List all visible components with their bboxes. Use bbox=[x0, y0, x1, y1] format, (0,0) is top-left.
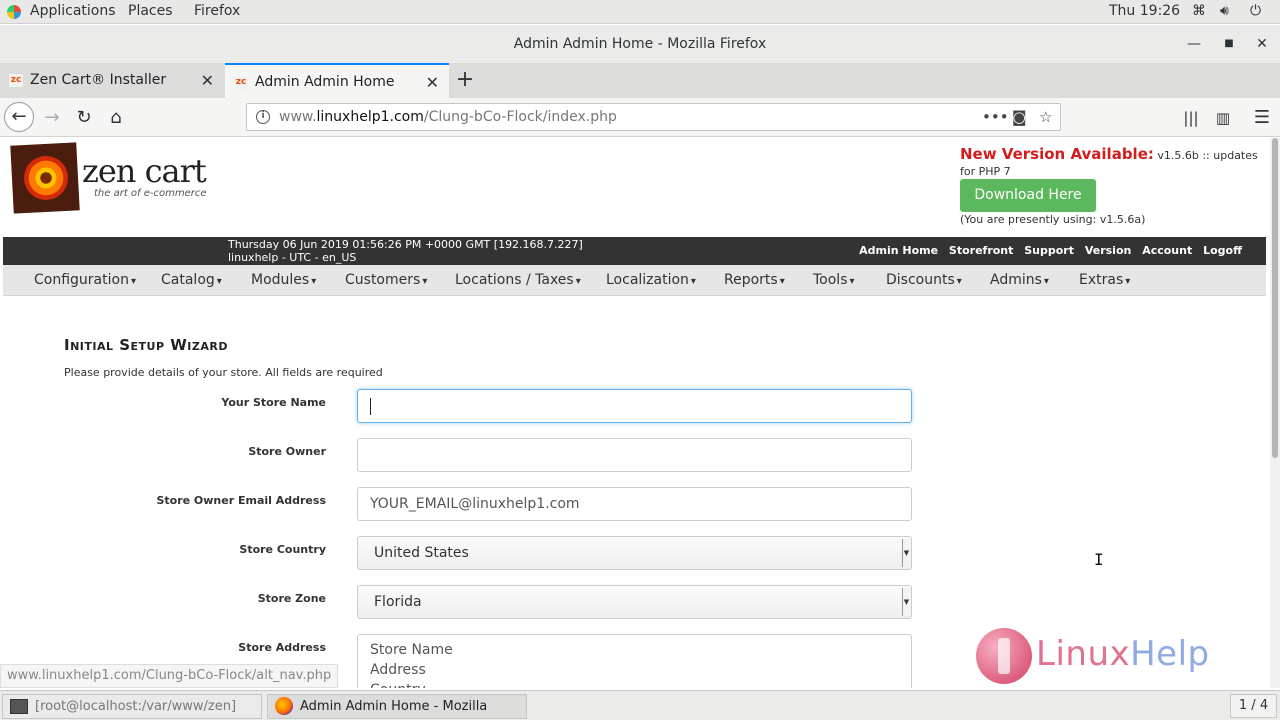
navigation-toolbar: ← → ↻ ⌂ i www.linuxhelp1.com/Clung-bCo-F… bbox=[0, 98, 1280, 137]
forward-button[interactable]: → bbox=[38, 104, 66, 132]
main-navigation: Configuration Catalog Modules Customers … bbox=[3, 265, 1266, 296]
download-button[interactable]: Download Here bbox=[960, 179, 1096, 212]
taskbar-firefox[interactable]: Admin Admin Home - Mozilla Firefox bbox=[267, 694, 527, 719]
power-icon[interactable]: ⏻ bbox=[1250, 3, 1261, 19]
storefront-link[interactable]: Storefront bbox=[949, 244, 1013, 257]
version-headline: New Version Available: bbox=[960, 145, 1154, 163]
store-address-label: Store Address bbox=[238, 641, 326, 654]
nav-catalog[interactable]: Catalog bbox=[161, 272, 222, 288]
linuxhelp-watermark: LinuxHelp bbox=[976, 628, 1236, 688]
window-title-bar: Admin Admin Home - Mozilla Firefox — ■ ✕ bbox=[0, 25, 1280, 63]
store-owner-input[interactable] bbox=[357, 438, 912, 472]
workspace-indicator[interactable]: 1 / 4 bbox=[1230, 694, 1277, 718]
text-cursor-icon: I bbox=[1094, 550, 1104, 569]
nav-modules[interactable]: Modules bbox=[251, 272, 316, 288]
support-link[interactable]: Support bbox=[1024, 244, 1074, 257]
applications-icon bbox=[7, 5, 21, 19]
nav-reports[interactable]: Reports bbox=[724, 272, 785, 288]
minimize-button[interactable]: — bbox=[1183, 25, 1205, 63]
pocket-icon[interactable]: ◙ bbox=[1012, 104, 1027, 130]
dropdown-arrow-icon: ▼ bbox=[902, 588, 910, 616]
store-name-input[interactable] bbox=[357, 389, 912, 423]
selected-country: United States bbox=[374, 545, 469, 561]
owner-email-input[interactable]: YOUR_EMAIL@linuxhelp1.com bbox=[357, 487, 912, 521]
admin-home-link[interactable]: Admin Home bbox=[859, 244, 938, 257]
store-address-textarea[interactable]: Store Name Address Country bbox=[357, 634, 912, 688]
nav-localization[interactable]: Localization bbox=[606, 272, 696, 288]
logo-tagline: the art of e-commerce bbox=[94, 188, 207, 199]
version-link[interactable]: Version bbox=[1085, 244, 1132, 257]
scrollbar-thumb[interactable] bbox=[1272, 138, 1278, 458]
nav-locations-taxes[interactable]: Locations / Taxes bbox=[455, 272, 581, 288]
tab-close-icon[interactable]: ✕ bbox=[426, 65, 439, 100]
nav-discounts[interactable]: Discounts bbox=[886, 272, 962, 288]
store-zone-label: Store Zone bbox=[257, 592, 326, 605]
tab-label: Zen Cart® Installer bbox=[30, 72, 167, 88]
wizard-description: Please provide details of your store. Al… bbox=[64, 366, 383, 379]
home-button[interactable]: ⌂ bbox=[102, 104, 130, 132]
taskbar: [root@localhost:/var/www/zen] Admin Admi… bbox=[0, 690, 1280, 720]
store-owner-label: Store Owner bbox=[248, 445, 326, 458]
close-window-button[interactable]: ✕ bbox=[1251, 25, 1273, 63]
admin-header-bar: Thursday 06 Jun 2019 01:56:26 PM +0000 G… bbox=[3, 237, 1266, 265]
current-version-text: (You are presently using: v1.5.6a) bbox=[960, 213, 1146, 226]
wizard-title: Initial Setup Wizard bbox=[64, 336, 228, 354]
applications-menu[interactable]: Applications bbox=[30, 3, 116, 19]
logoff-link[interactable]: Logoff bbox=[1203, 244, 1242, 257]
logo-text: zen cart bbox=[82, 152, 207, 190]
nav-extras[interactable]: Extras bbox=[1079, 272, 1130, 288]
owner-email-label: Store Owner Email Address bbox=[156, 494, 326, 507]
store-country-label: Store Country bbox=[239, 543, 326, 556]
admin-links: Admin Home Storefront Support Version Ac… bbox=[852, 244, 1242, 257]
url-bar[interactable]: i www.linuxhelp1.com/Clung-bCo-Flock/ind… bbox=[246, 103, 1061, 131]
zen-cart-logo[interactable]: zen cart the art of e-commerce bbox=[10, 142, 212, 214]
account-link[interactable]: Account bbox=[1142, 244, 1192, 257]
zen-cart-swirl-icon bbox=[10, 142, 80, 214]
gnome-top-bar: Applications Places Firefox Thu 19:26 ⌘ … bbox=[0, 0, 1280, 24]
nav-customers[interactable]: Customers bbox=[345, 272, 427, 288]
window-title: Admin Admin Home - Mozilla Firefox bbox=[513, 36, 767, 52]
tab-admin-home[interactable]: zc Admin Admin Home ✕ bbox=[225, 63, 449, 98]
terminal-icon bbox=[10, 699, 28, 714]
firefox-icon bbox=[275, 697, 293, 715]
selected-zone: Florida bbox=[374, 594, 422, 610]
url-text[interactable]: www.linuxhelp1.com/Clung-bCo-Flock/index… bbox=[279, 104, 617, 130]
sidebar-icon[interactable]: ▥ bbox=[1209, 104, 1237, 132]
clock[interactable]: Thu 19:26 bbox=[1109, 3, 1180, 19]
network-icon[interactable]: ⌘ bbox=[1192, 3, 1206, 19]
zen-cart-favicon-icon: zc bbox=[234, 76, 248, 89]
new-tab-button[interactable]: + bbox=[453, 63, 477, 98]
reload-button[interactable]: ↻ bbox=[70, 104, 98, 132]
linuxhelp-logo-icon bbox=[976, 628, 1032, 684]
maximize-button[interactable]: ■ bbox=[1218, 25, 1240, 63]
nav-tools[interactable]: Tools bbox=[813, 272, 855, 288]
nav-configuration[interactable]: Configuration bbox=[34, 272, 136, 288]
page-scrollbar[interactable] bbox=[1270, 138, 1280, 688]
places-menu[interactable]: Places bbox=[128, 3, 173, 19]
version-notice: New Version Available: v1.5.6b :: update… bbox=[960, 146, 1260, 180]
nav-admins[interactable]: Admins bbox=[990, 272, 1049, 288]
library-icon[interactable]: ||| bbox=[1177, 104, 1205, 132]
store-zone-select[interactable]: Florida ▼ bbox=[357, 585, 912, 619]
menu-icon[interactable]: ☰ bbox=[1248, 104, 1276, 132]
page-actions-icon[interactable]: ••• bbox=[982, 104, 1009, 130]
dropdown-arrow-icon: ▼ bbox=[902, 539, 910, 567]
server-datetime: Thursday 06 Jun 2019 01:56:26 PM +0000 G… bbox=[228, 238, 583, 264]
back-button[interactable]: ← bbox=[4, 102, 34, 132]
bookmark-star-icon[interactable]: ☆ bbox=[1039, 104, 1052, 130]
taskbar-terminal[interactable]: [root@localhost:/var/www/zen] bbox=[2, 694, 262, 719]
page-viewport: zen cart the art of e-commerce New Versi… bbox=[0, 138, 1270, 688]
text-caret bbox=[370, 397, 371, 415]
tab-label: Admin Admin Home bbox=[255, 74, 395, 90]
firefox-menu[interactable]: Firefox bbox=[194, 3, 240, 19]
site-info-icon[interactable]: i bbox=[256, 110, 270, 124]
store-name-label: Your Store Name bbox=[221, 396, 326, 409]
tab-strip: zc Zen Cart® Installer ✕ zc Admin Admin … bbox=[0, 63, 1280, 98]
zen-cart-favicon-icon: zc bbox=[9, 74, 23, 87]
tab-close-icon[interactable]: ✕ bbox=[201, 63, 214, 98]
volume-icon[interactable]: 🔊︎ bbox=[1220, 3, 1229, 19]
store-country-select[interactable]: United States ▼ bbox=[357, 536, 912, 570]
link-status-url: www.linuxhelp1.com/Clung-bCo-Flock/alt_n… bbox=[0, 664, 339, 688]
tab-zen-cart-installer[interactable]: zc Zen Cart® Installer ✕ bbox=[0, 63, 224, 98]
